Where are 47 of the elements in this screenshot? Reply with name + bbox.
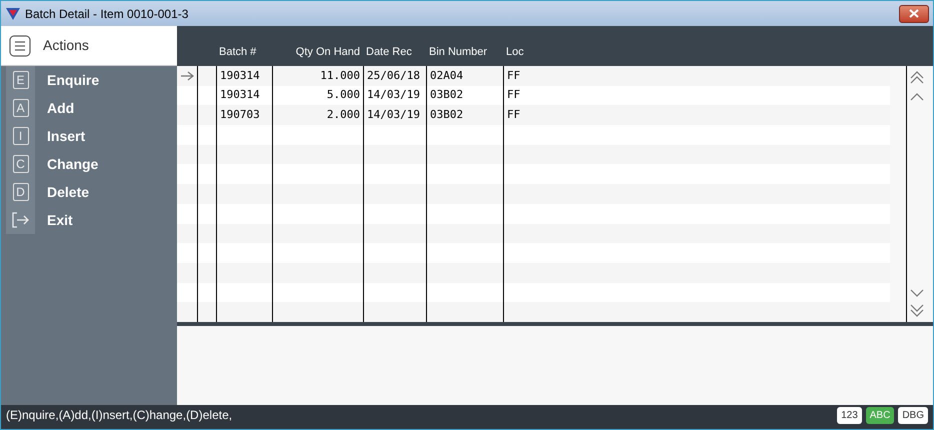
action-item[interactable]: Exit — [1, 206, 177, 234]
column-header: Qty On Hand — [294, 44, 361, 60]
table-cell-text: 02A04 — [430, 68, 464, 84]
close-icon — [909, 9, 919, 18]
mode-badge[interactable]: 123 — [837, 406, 862, 424]
scroll-down-icon[interactable] — [910, 289, 924, 298]
menu-icon[interactable] — [9, 34, 31, 56]
column-header: Loc — [505, 44, 525, 60]
action-item[interactable]: C Change — [1, 150, 177, 178]
table-cell-text: 14/03/19 — [367, 106, 420, 123]
mode-badge[interactable]: DBG — [898, 406, 928, 424]
window-title: Batch Detail - Item 0010-001-3 — [25, 6, 188, 22]
key-icon: I — [12, 127, 28, 145]
table-cell-text: 190703 — [220, 106, 260, 123]
table-cell-text: 190314 — [220, 68, 260, 84]
table-cell-text: 14/03/19 — [367, 87, 420, 104]
table-cell-text: 25/06/18 — [367, 68, 420, 84]
action-item[interactable]: D Delete — [1, 178, 177, 206]
column-header: Bin Number — [428, 44, 488, 60]
status-text: (E)nquire,(A)dd,(I)nsert,(C)hange,(D)elete, — [6, 407, 234, 424]
action-item[interactable]: A Add — [1, 94, 177, 122]
scroll-up-icon[interactable] — [910, 92, 924, 101]
table-cell-text: 11.000 — [320, 68, 360, 84]
table-cell-text: FF — [507, 87, 520, 104]
key-icon: D — [12, 183, 28, 201]
table-cell-text: 03B02 — [430, 106, 464, 123]
logo-icon — [5, 6, 21, 20]
table-cell-text: 5.000 — [326, 87, 360, 104]
scroll-bottom-icon[interactable] — [910, 304, 924, 318]
action-item[interactable]: E Enquire — [1, 66, 177, 94]
exit-icon — [12, 212, 30, 228]
scroll-top-icon[interactable] — [910, 70, 924, 84]
table-cell-text: 03B02 — [430, 87, 464, 104]
mode-badge[interactable]: ABC — [866, 406, 894, 424]
arrow-icon — [180, 70, 194, 81]
table-cell-text: FF — [507, 68, 520, 84]
close-button[interactable] — [899, 4, 929, 22]
sidebar-title: Actions — [43, 36, 89, 55]
action-item[interactable]: I Insert — [1, 122, 177, 150]
table-cell-text: 2.000 — [326, 106, 360, 123]
column-header: Batch # — [218, 44, 258, 60]
table-cell-text: FF — [507, 106, 520, 123]
key-icon: E — [12, 71, 28, 89]
key-icon: A — [12, 99, 28, 117]
table-cell-text: 190314 — [220, 87, 260, 104]
key-icon: C — [12, 155, 28, 173]
column-header: Date Rec — [365, 44, 413, 60]
